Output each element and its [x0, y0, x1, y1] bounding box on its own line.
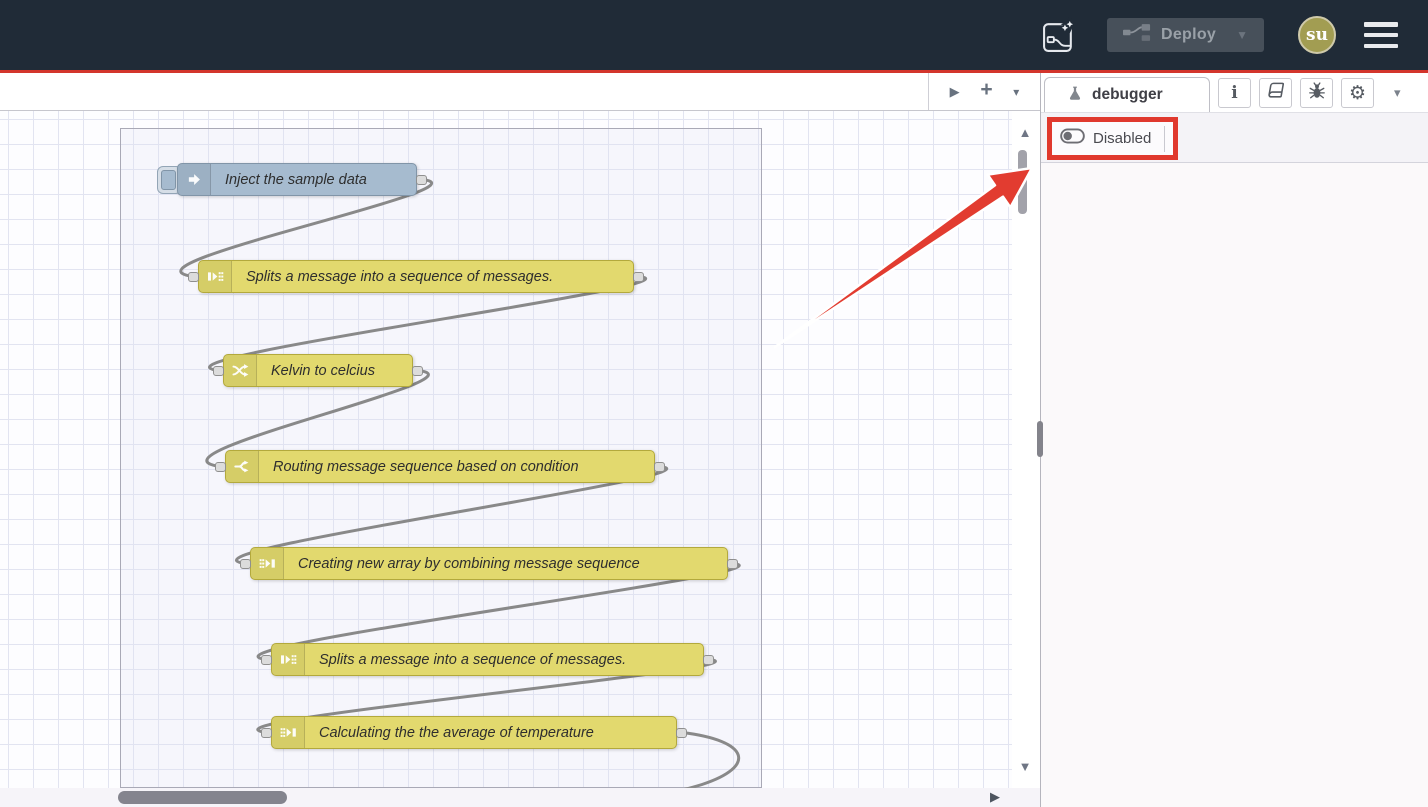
disabled-toggle-button[interactable]: Disabled [1060, 128, 1151, 149]
flask-icon [1067, 85, 1083, 106]
port-in[interactable] [261, 655, 272, 665]
flow-tabbar: ▶ + ▾ [0, 73, 1040, 111]
info-button[interactable]: i [1218, 78, 1251, 108]
split-node-icon [199, 261, 232, 292]
port-in[interactable] [261, 728, 272, 738]
help-button[interactable] [1259, 78, 1292, 108]
sidebar-splitter-handle[interactable] [1037, 421, 1043, 457]
port-in[interactable] [188, 272, 199, 282]
node-label: Creating new array by combining message … [284, 548, 654, 579]
ai-assistant-icon[interactable] [1039, 13, 1079, 57]
inject-node-icon [178, 164, 211, 195]
node-join[interactable]: Creating new array by combining message … [250, 547, 728, 580]
node-split[interactable]: Splits a message into a sequence of mess… [198, 260, 634, 293]
user-avatar[interactable]: su [1298, 16, 1336, 54]
flow-list-caret-icon[interactable]: ▾ [1013, 85, 1019, 99]
deploy-label: Deploy [1161, 26, 1216, 44]
sidebar-tab-debugger[interactable]: debugger [1044, 77, 1210, 112]
collapse-caret-icon[interactable]: ▾ [1394, 85, 1401, 101]
gear-icon: ⚙ [1349, 84, 1366, 103]
deploy-nodes-icon [1123, 23, 1151, 47]
book-icon [1266, 81, 1285, 105]
debugger-toolbar: Disabled [1041, 112, 1428, 163]
scroll-right-icon[interactable]: ▶ [990, 789, 1000, 805]
toolbar-separator [1164, 126, 1165, 152]
port-out[interactable] [412, 366, 423, 376]
port-out[interactable] [676, 728, 687, 738]
port-out[interactable] [416, 175, 427, 185]
node-label: Inject the sample data [211, 164, 381, 195]
app-header: Deploy ▼ su [0, 0, 1428, 70]
node-join[interactable]: Calculating the the average of temperatu… [271, 716, 677, 749]
menu-icon[interactable] [1364, 22, 1398, 48]
join-node-icon [251, 548, 284, 579]
switch-node-icon [226, 451, 259, 482]
join-node-icon [272, 717, 305, 748]
port-out[interactable] [654, 462, 665, 472]
vertical-scrollbar-thumb[interactable] [1018, 150, 1027, 214]
scroll-up-icon[interactable]: ▲ [1013, 125, 1037, 140]
bug-icon [1308, 82, 1326, 105]
add-flow-button[interactable]: + [980, 78, 992, 102]
node-label: Kelvin to celcius [257, 355, 389, 386]
node-switch[interactable]: Routing message sequence based on condit… [225, 450, 655, 483]
port-in[interactable] [213, 366, 224, 376]
horizontal-scrollbar[interactable]: ▶ [0, 788, 1040, 807]
flow-canvas[interactable]: ▶ + ▾ Inject the sample data Splits a mes… [0, 73, 1040, 807]
info-icon: i [1231, 83, 1237, 103]
port-out[interactable] [727, 559, 738, 569]
debugger-button[interactable] [1300, 78, 1333, 108]
tab-scroll-right-icon[interactable]: ▶ [950, 84, 960, 100]
port-out[interactable] [633, 272, 644, 282]
disabled-label: Disabled [1093, 130, 1151, 147]
scroll-down-icon[interactable]: ▼ [1013, 759, 1037, 774]
deploy-caret-icon[interactable]: ▼ [1236, 28, 1248, 42]
change-node-icon [224, 355, 257, 386]
port-in[interactable] [240, 559, 251, 569]
port-in[interactable] [215, 462, 226, 472]
sidebar: debugger i [1040, 73, 1428, 807]
node-change[interactable]: Kelvin to celcius [223, 354, 413, 387]
sidebar-tab-label: debugger [1092, 86, 1163, 104]
annotation-highlight: Disabled [1047, 117, 1178, 160]
deploy-button[interactable]: Deploy ▼ [1107, 18, 1264, 52]
horizontal-scrollbar-thumb[interactable] [118, 791, 287, 804]
node-label: Splits a message into a sequence of mess… [305, 644, 640, 675]
node-label: Calculating the the average of temperatu… [305, 717, 608, 748]
settings-button[interactable]: ⚙ [1341, 78, 1374, 108]
node-label: Splits a message into a sequence of mess… [232, 261, 567, 292]
workspace[interactable]: Inject the sample data Splits a message i… [0, 111, 1040, 807]
sidebar-body [1041, 163, 1428, 807]
sidebar-tabbar: debugger i [1041, 73, 1428, 112]
port-out[interactable] [703, 655, 714, 665]
split-node-icon [272, 644, 305, 675]
node-inject[interactable]: Inject the sample data [177, 163, 417, 196]
node-label: Routing message sequence based on condit… [259, 451, 593, 482]
toggle-off-icon [1060, 128, 1085, 149]
node-split[interactable]: Splits a message into a sequence of mess… [271, 643, 704, 676]
